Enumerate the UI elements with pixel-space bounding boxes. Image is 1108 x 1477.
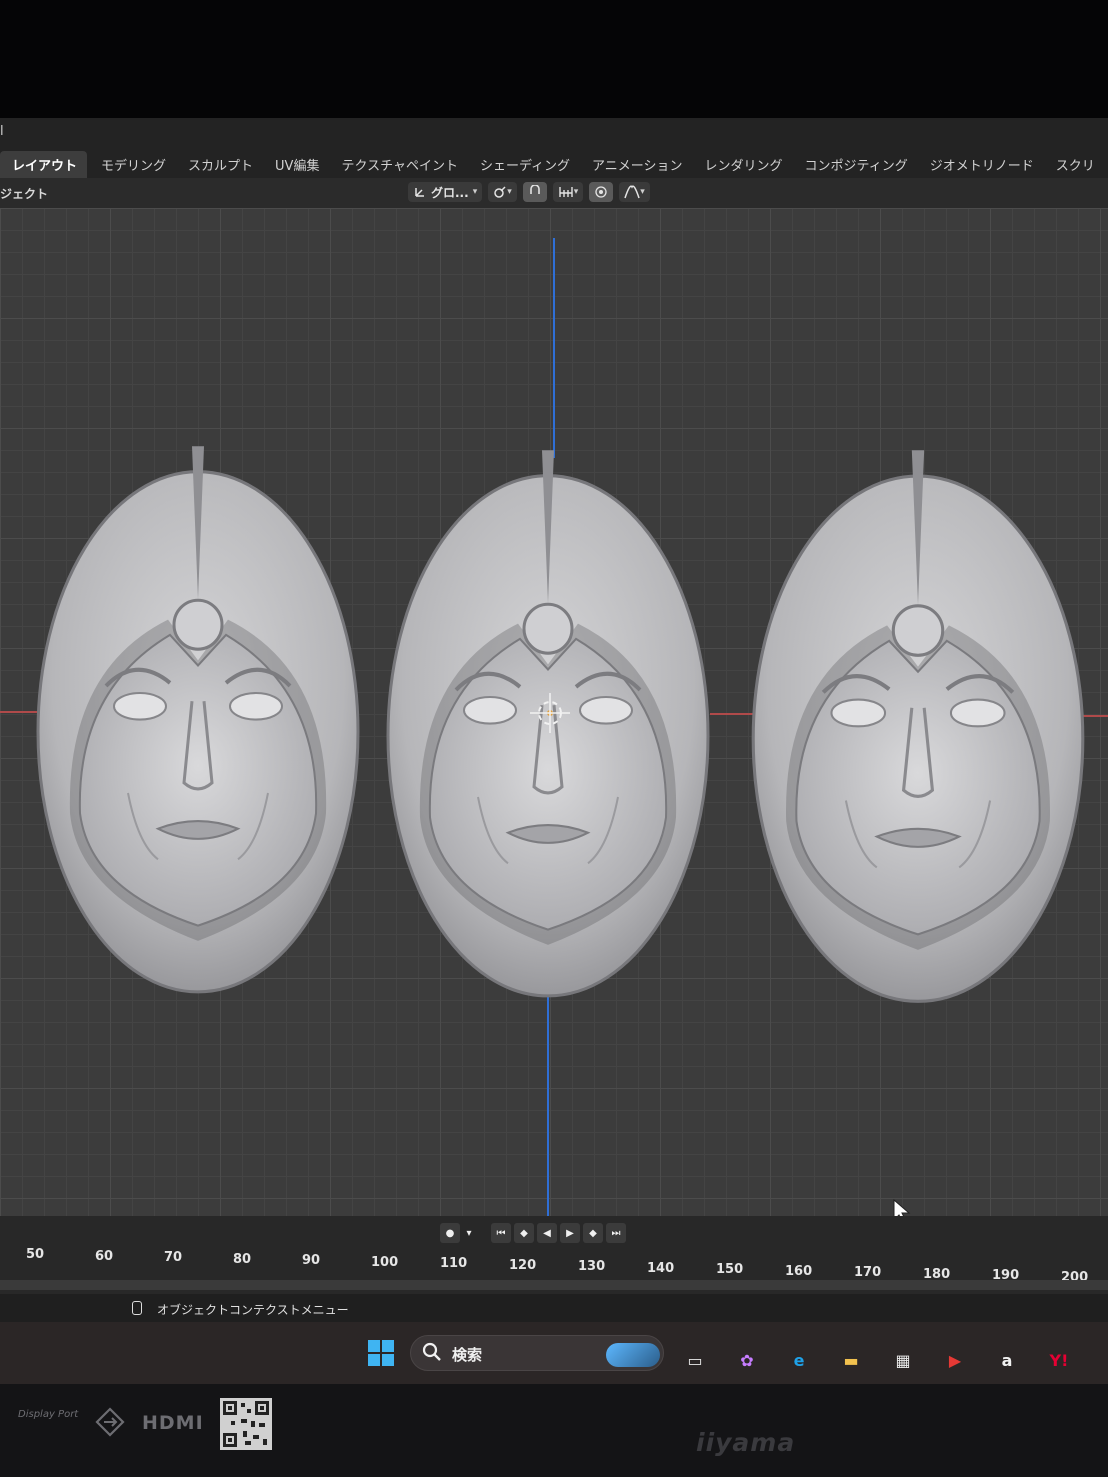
falloff-dropdown[interactable]: ▾ <box>619 182 650 202</box>
falloff-icon <box>624 185 640 199</box>
search-icon <box>422 1342 441 1361</box>
proportional-editing-toggle[interactable] <box>589 182 614 202</box>
youtube-icon[interactable]: ▶ <box>940 1345 970 1375</box>
microsoft-store-icon[interactable]: ▦ <box>888 1345 918 1375</box>
frame-label: 60 <box>95 1248 114 1264</box>
object-menu[interactable]: ジェクト <box>0 185 48 202</box>
snap-increment-icon <box>559 187 573 197</box>
frame-label: 160 <box>785 1263 813 1279</box>
chevron-down-icon: ▾ <box>472 187 478 197</box>
task-view-icon[interactable]: ▭ <box>680 1345 710 1375</box>
monitor-photo: l レイアウト モデリング スカルプト UV編集 テクスチャペイント シェーディング アニメ… <box>0 0 1108 1477</box>
displayport-label: Display Port <box>18 1409 79 1420</box>
edge-icon[interactable]: e <box>784 1345 814 1375</box>
hdmi-label: HDMI <box>142 1412 204 1434</box>
tab-workspace[interactable]: レンダリング <box>705 151 783 178</box>
copilot-icon[interactable]: ✿ <box>732 1345 762 1375</box>
timeline-scrollbar[interactable] <box>0 1280 1108 1290</box>
transform-orientation-label: グロ... <box>431 185 469 200</box>
pivot-point-dropdown[interactable]: ▾ <box>488 182 517 202</box>
amazon-icon[interactable]: a <box>992 1345 1022 1375</box>
3d-viewport[interactable] <box>0 208 1108 1216</box>
head-sculpt-right[interactable] <box>753 450 1083 1001</box>
snap-target-dropdown[interactable]: ▾ <box>552 182 584 202</box>
frame-label: 110 <box>440 1256 468 1271</box>
frame-label: 50 <box>26 1247 45 1262</box>
frame-label: 90 <box>302 1253 321 1268</box>
tab-workspace[interactable]: UV編集 <box>275 151 319 178</box>
mouse-right-click-icon <box>132 1301 142 1315</box>
tab-workspace[interactable]: スカルプト <box>188 151 253 178</box>
yahoo-icon[interactable]: Y! <box>1044 1345 1074 1375</box>
menu-glyph: l <box>0 124 4 139</box>
tab-workspace[interactable]: コンポジティング <box>805 151 908 178</box>
qr-code <box>220 1398 272 1450</box>
status-hint: オブジェクトコンテクストメニュー <box>157 1303 349 1317</box>
head-sculpt-left[interactable] <box>38 446 358 992</box>
workspace-tabs: レイアウト モデリング スカルプト UV編集 テクスチャペイント シェーディング アニメーシ… <box>0 150 1108 178</box>
tab-workspace[interactable]: スクリ <box>1056 151 1095 178</box>
chevron-down-icon: ▾ <box>507 187 512 197</box>
tab-workspace[interactable]: レイアウト <box>0 150 88 178</box>
pivot-point-icon <box>494 186 506 198</box>
monitor-brand-logo: iiyama <box>696 1428 796 1457</box>
frame-label: 130 <box>578 1259 606 1274</box>
frame-label: 170 <box>854 1265 882 1280</box>
search-label: 検索 <box>452 1346 483 1364</box>
windows-start-icon[interactable] <box>366 1338 396 1368</box>
frame-label: 100 <box>371 1254 399 1270</box>
file-explorer-icon[interactable]: ▬ <box>836 1345 866 1375</box>
chevron-down-icon: ▾ <box>573 187 579 197</box>
viewport-canvas <box>0 238 1108 1216</box>
tab-workspace[interactable]: ジオメトリノード <box>930 151 1034 178</box>
tab-workspace[interactable]: アニメーション <box>592 151 682 178</box>
frame-label: 70 <box>164 1250 183 1265</box>
frame-label: 120 <box>509 1257 537 1273</box>
chevron-down-icon: ▾ <box>640 187 645 197</box>
input-switch-icon <box>95 1407 125 1437</box>
frame-label: 140 <box>647 1260 675 1276</box>
proportional-editing-icon <box>595 186 607 198</box>
frame-label: 150 <box>716 1262 744 1277</box>
tab-workspace[interactable]: シェーディング <box>480 151 570 178</box>
tab-workspace[interactable]: モデリング <box>101 151 166 178</box>
snap-icon <box>529 185 540 194</box>
snap-toggle[interactable] <box>522 182 547 202</box>
frame-ruler[interactable]: 50 60 70 80 90 100 110 120 130 140 150 160 170 180 190… <box>0 1240 1108 1285</box>
transform-orientation-icon <box>415 188 424 197</box>
mouse-pointer-icon <box>893 1198 911 1216</box>
search-highlight-icon <box>606 1343 660 1367</box>
transform-orientation-dropdown[interactable]: グロ... ▾ <box>408 182 483 202</box>
viewport-toolbar: グロ... ▾ ▾ ▾ ▾ <box>408 181 650 203</box>
tab-workspace[interactable]: テクスチャペイント <box>341 151 457 178</box>
frame-label: 80 <box>233 1251 252 1267</box>
